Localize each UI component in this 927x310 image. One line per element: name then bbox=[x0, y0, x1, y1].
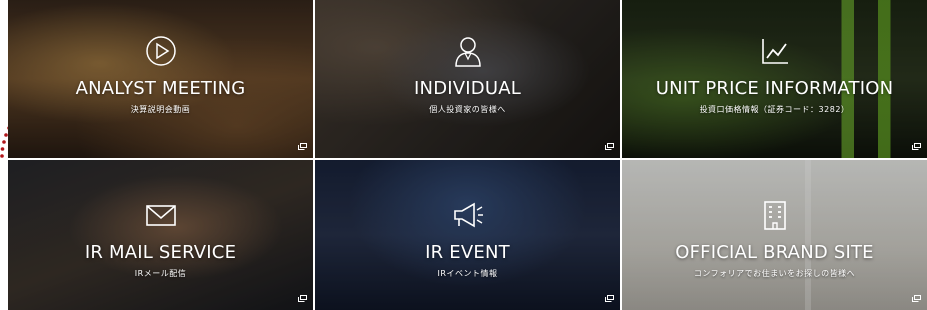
external-link-icon bbox=[298, 295, 307, 302]
person-icon bbox=[454, 37, 481, 67]
envelope-icon bbox=[145, 205, 176, 226]
external-link-icon bbox=[298, 143, 307, 150]
tile-title: INDIVIDUAL bbox=[414, 78, 521, 99]
tile-title: ANALYST MEETING bbox=[75, 78, 246, 99]
tile-subtitle: IRメール配信 bbox=[134, 269, 187, 278]
external-link-icon bbox=[912, 295, 921, 302]
tile-title: OFFICIAL BRAND SITE bbox=[675, 242, 874, 263]
external-link-icon bbox=[912, 143, 921, 150]
tile-subtitle: 決算説明会動画 bbox=[130, 105, 191, 114]
external-link-icon bbox=[605, 143, 614, 150]
analyst-meeting-tile[interactable]: ANALYST MEETING 決算説明会動画 bbox=[8, 0, 313, 158]
unit-price-information-tile[interactable]: UNIT PRICE INFORMATION 投資口価格情報（証券コード：328… bbox=[622, 0, 927, 158]
tile-subtitle: コンフォリアでお住まいをお探しの皆様へ bbox=[693, 269, 856, 278]
line-chart-icon bbox=[761, 39, 788, 64]
ir-event-tile[interactable]: IR EVENT IRイベント情報 bbox=[315, 160, 620, 310]
tile-title: UNIT PRICE INFORMATION bbox=[655, 78, 894, 99]
megaphone-icon bbox=[453, 202, 483, 228]
building-icon bbox=[763, 201, 786, 230]
tile-subtitle: IRイベント情報 bbox=[437, 269, 498, 278]
tile-subtitle: 投資口価格情報（証券コード：3282） bbox=[699, 105, 850, 114]
external-link-icon bbox=[605, 295, 614, 302]
play-icon bbox=[145, 36, 176, 66]
tile-title: IR EVENT bbox=[425, 242, 510, 263]
ir-link-grid: ANALYST MEETING 決算説明会動画 INDIVIDUAL 個人投資家… bbox=[8, 0, 927, 310]
tile-subtitle: 個人投資家の皆様へ bbox=[429, 105, 506, 114]
individual-investors-tile[interactable]: INDIVIDUAL 個人投資家の皆様へ bbox=[315, 0, 620, 158]
tile-title: IR MAIL SERVICE bbox=[84, 242, 237, 263]
official-brand-site-tile[interactable]: OFFICIAL BRAND SITE コンフォリアでお住まいをお探しの皆様へ bbox=[622, 160, 927, 310]
ir-mail-service-tile[interactable]: IR MAIL SERVICE IRメール配信 bbox=[8, 160, 313, 310]
